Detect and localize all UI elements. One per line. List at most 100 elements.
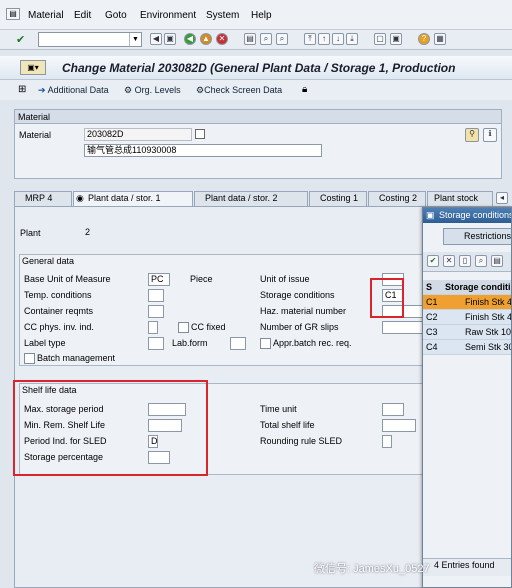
container-reqmts-field[interactable] (148, 305, 164, 318)
tab-plant-stock[interactable]: Plant stock (427, 191, 493, 206)
popup-row-c2[interactable]: C2 Finish Stk 40 (423, 310, 511, 325)
layout-icon[interactable]: ▦ (434, 33, 446, 45)
tab-plant-data-stor-2[interactable]: Plant data / stor. 2 (194, 191, 308, 206)
tab-mrp-4[interactable]: MRP 4 (14, 191, 72, 206)
plant-field[interactable]: 2 (82, 226, 142, 239)
haz-material-label: Haz. material number (260, 306, 347, 316)
tab-label: Costing 2 (379, 193, 418, 203)
find-icon[interactable]: ⌕ (260, 33, 272, 45)
exit-icon[interactable]: ▲ (200, 33, 212, 45)
material-number-field[interactable]: 203082D (84, 128, 192, 141)
plant-value: 2 (85, 227, 91, 237)
row-code: C1 (426, 297, 438, 307)
overview-icon[interactable]: ⊞ (18, 84, 26, 95)
page-title: Change Material 203082D (General Plant D… (62, 61, 456, 75)
menu-help[interactable]: Help (251, 10, 272, 21)
popup-tab-restrictions[interactable]: Restrictions (443, 228, 512, 245)
popup-row-c3[interactable]: C3 Raw Stk 10 (423, 325, 511, 340)
popup-sort-icon[interactable]: ▤ (491, 255, 503, 267)
tab-label: Plant data / stor. 2 (205, 193, 278, 203)
cc-phys-inv-label: CC phys. inv. ind. (24, 322, 94, 332)
popup-row-c1[interactable]: C1 Finish Stk 40 (423, 295, 511, 310)
temp-conditions-label: Temp. conditions (24, 290, 92, 300)
popup-find-icon[interactable]: ⌕ (475, 255, 487, 267)
label-type-label: Label type (24, 338, 66, 348)
cc-phys-inv-field[interactable] (148, 321, 158, 334)
rounding-rule-field[interactable] (382, 435, 392, 448)
menu-goto[interactable]: Goto (105, 10, 127, 21)
material-description-field[interactable]: 输气管总成110930008 (84, 144, 322, 157)
tab-active-icon: ◉ (76, 193, 84, 203)
menu-edit[interactable]: Edit (74, 10, 91, 21)
gr-slips-label: Number of GR slips (260, 322, 339, 332)
popup-tab-label: Restrictions (464, 231, 512, 241)
chevron-down-icon[interactable]: ▼ (129, 33, 141, 46)
tab-label: Plant stock (434, 193, 479, 203)
col-s-header: S (426, 282, 433, 292)
popup-doc-icon[interactable]: ▯ (459, 255, 471, 267)
appr-batch-checkbox[interactable] (260, 338, 271, 349)
help-icon[interactable]: ? (418, 33, 430, 45)
check-screen-data-button[interactable]: ⚙Check Screen Data (196, 85, 282, 96)
total-shelf-field[interactable] (382, 419, 416, 432)
classification-icon[interactable]: ⚲ (465, 128, 479, 142)
highlight-shelf-life (13, 380, 208, 476)
lock-icon[interactable]: 🔒︎ (302, 84, 307, 95)
time-unit-field[interactable] (382, 403, 404, 416)
row-text: Finish Stk 40 (465, 312, 512, 322)
command-field[interactable]: ▼ (38, 32, 142, 47)
check-icon: ⚙ (196, 85, 205, 95)
label-type-field[interactable] (148, 337, 164, 350)
base-uom-label: Base Unit of Measure (24, 274, 111, 284)
back-arrow-icon[interactable]: ◀ (150, 33, 162, 45)
shortcut-icon[interactable]: ▣ (390, 33, 402, 45)
tab-costing-1[interactable]: Costing 1 (309, 191, 367, 206)
material-group-header: Material (15, 110, 501, 124)
window-icon: ▣ (426, 210, 435, 220)
material-group: Material Material 203082D 输气管总成110930008… (14, 109, 502, 179)
storage-conditions-label: Storage conditions (260, 290, 335, 300)
cancel-icon[interactable]: ✕ (216, 33, 228, 45)
menu-material[interactable]: Material (28, 10, 64, 21)
org-levels-label: Org. Levels (134, 85, 181, 95)
lab-form-field[interactable] (230, 337, 246, 350)
menu-toggle-icon[interactable]: ▣▾ (20, 60, 46, 75)
org-levels-button[interactable]: ⚙ Org. Levels (124, 85, 181, 96)
popup-title: Storage conditions (439, 210, 512, 220)
tab-plant-data-stor-1[interactable]: ◉ Plant data / stor. 1 (73, 191, 193, 206)
sap-menu-icon[interactable]: ▤ (6, 8, 20, 20)
find-next-icon[interactable]: ⌕ (276, 33, 288, 45)
prev-page-icon[interactable]: ↑ (318, 33, 330, 45)
col-desc-header: Storage conditi (445, 282, 511, 292)
back-icon[interactable]: ◀ (184, 33, 196, 45)
row-code: C4 (426, 342, 438, 352)
new-session-icon[interactable]: ▢ (374, 33, 386, 45)
print-icon[interactable]: ▤ (244, 33, 256, 45)
popup-header-row: S Storage conditi (423, 280, 511, 295)
menu-system[interactable]: System (206, 10, 239, 21)
popup-toolbar: ✔ ✕ ▯ ⌕ ▤ (423, 252, 511, 272)
cc-fixed-checkbox[interactable] (178, 322, 189, 333)
first-page-icon[interactable]: ⤒ (304, 33, 316, 45)
temp-conditions-field[interactable] (148, 289, 164, 302)
info-icon[interactable]: ℹ (483, 128, 497, 142)
batch-management-checkbox[interactable] (24, 353, 35, 364)
popup-row-c4[interactable]: C4 Semi Stk 30 (423, 340, 511, 355)
row-text: Finish Stk 40 (465, 297, 512, 307)
popup-check-icon[interactable]: ✔ (427, 255, 439, 267)
enter-icon[interactable]: ✔ (16, 33, 25, 46)
row-text: Semi Stk 30 (465, 342, 512, 352)
base-uom-field[interactable]: PC (148, 273, 170, 286)
menu-environment[interactable]: Environment (140, 10, 196, 21)
next-page-icon[interactable]: ↓ (332, 33, 344, 45)
tab-scroll-left-icon[interactable]: ◂ (496, 192, 508, 204)
last-page-icon[interactable]: ⤓ (346, 33, 358, 45)
lab-form-label: Lab.form (172, 338, 208, 348)
save-icon[interactable]: ▣ (164, 33, 176, 45)
copy-icon[interactable] (195, 129, 205, 139)
additional-data-button[interactable]: ➔ Additional Data (38, 85, 109, 96)
popup-close-icon[interactable]: ✕ (443, 255, 455, 267)
tab-costing-2[interactable]: Costing 2 (368, 191, 426, 206)
storage-conditions-popup: ▣ Storage conditions Restrictions ✔ ✕ ▯ … (422, 207, 512, 588)
application-toolbar: ⊞ ➔ Additional Data ⚙ Org. Levels ⚙Check… (0, 80, 512, 100)
